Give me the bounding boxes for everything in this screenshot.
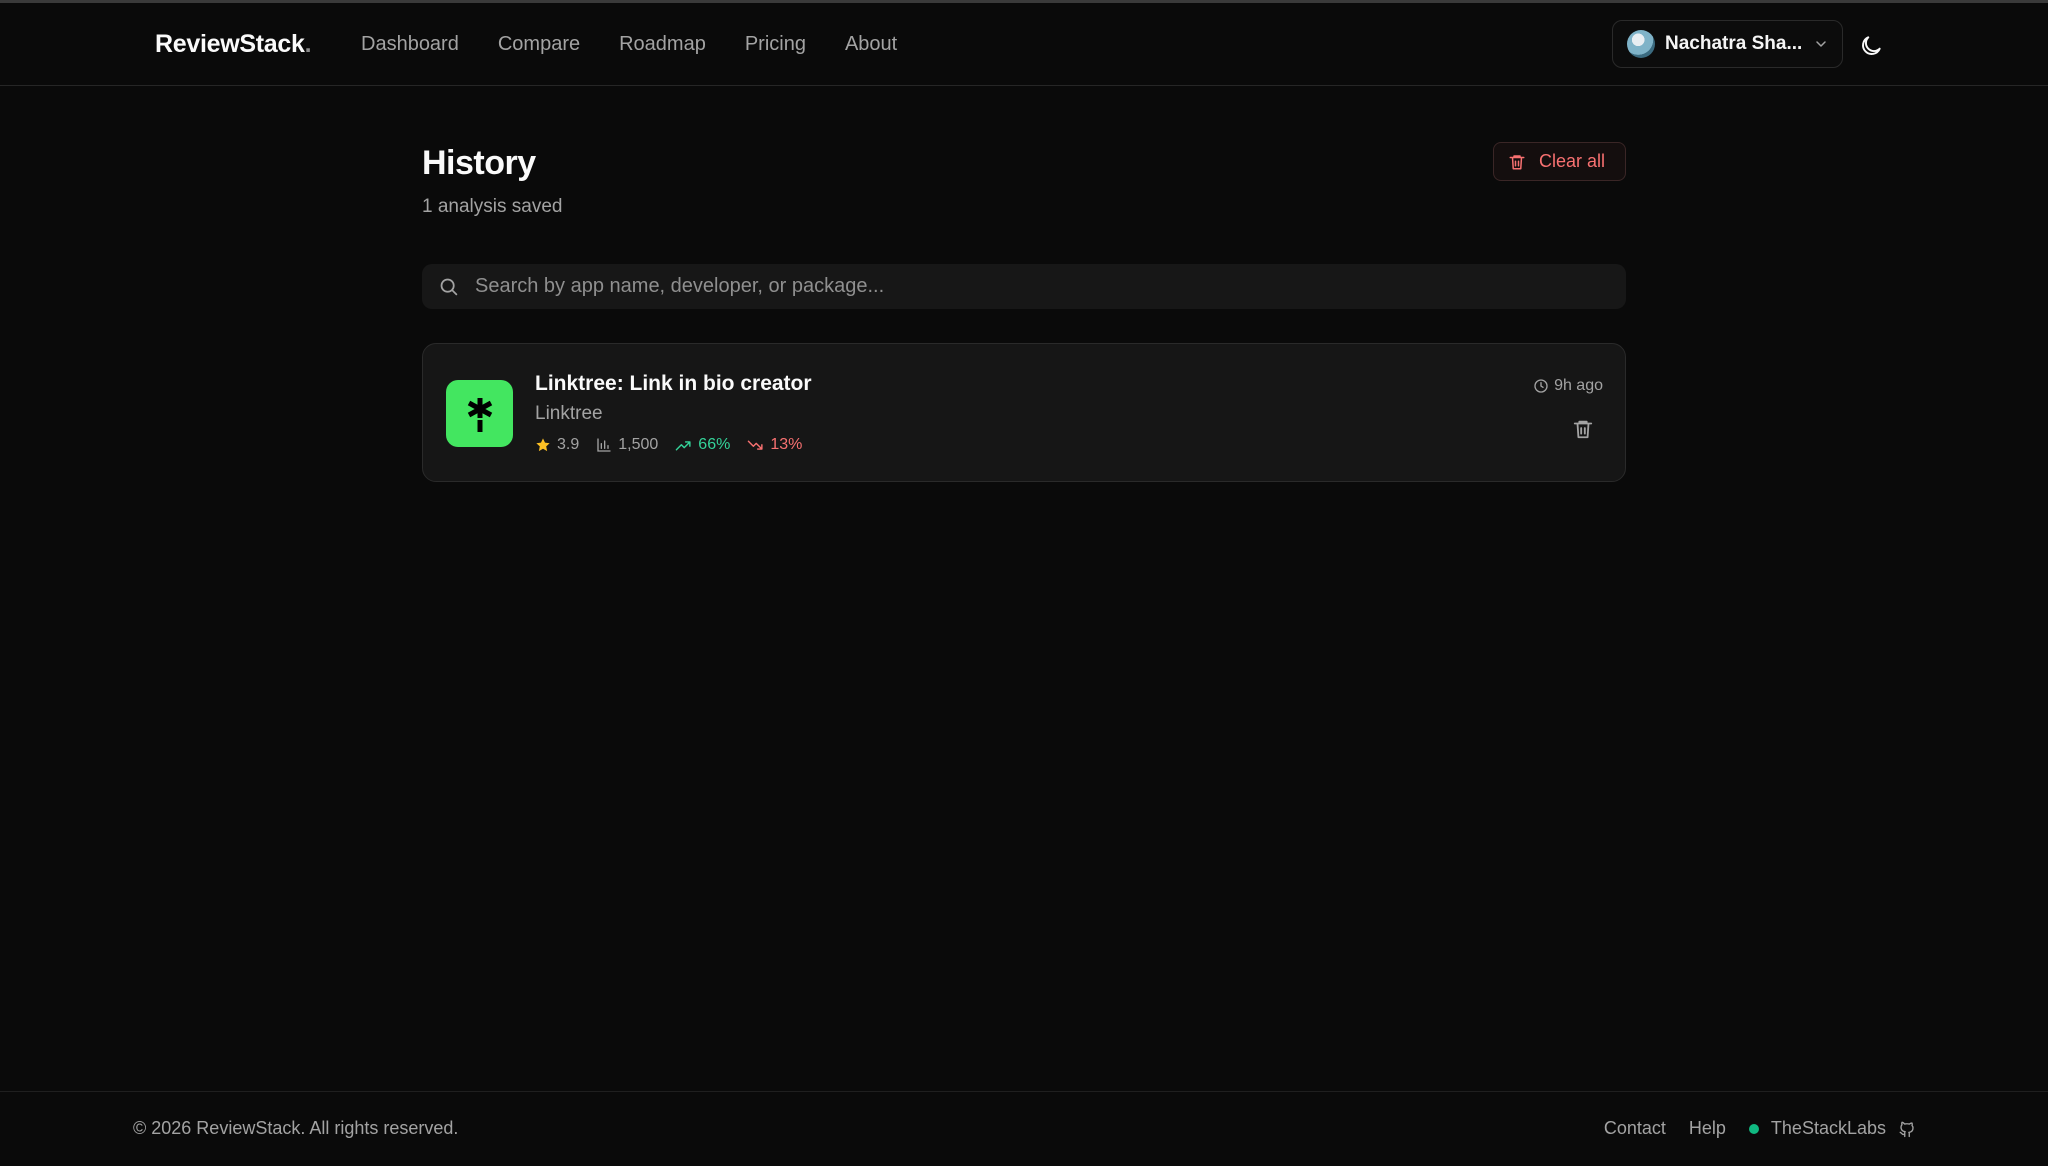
top-nav-bar: ReviewStack. Dashboard Compare Roadmap P… — [0, 3, 2048, 86]
footer-links: Contact Help TheStackLabs — [1604, 1118, 1916, 1139]
time-ago: 9h ago — [1533, 377, 1603, 395]
clear-all-button[interactable]: Clear all — [1493, 142, 1626, 181]
rating-metric: 3.9 — [535, 436, 579, 454]
star-icon — [536, 438, 550, 452]
app-metrics: 3.9 1,500 66% 13% — [535, 436, 819, 454]
positive-sentiment-metric: 66% — [675, 436, 730, 454]
review-count-metric: 1,500 — [596, 436, 658, 454]
footer-help-link[interactable]: Help — [1689, 1118, 1726, 1139]
app-developer: Linktree — [535, 403, 603, 424]
page-subtitle: 1 analysis saved — [422, 196, 563, 217]
time-ago-value: 9h ago — [1554, 377, 1603, 394]
status-dot — [1748, 1123, 1759, 1134]
negative-sentiment-metric: 13% — [747, 436, 802, 454]
user-menu-button[interactable]: Nachatra Sha... — [1612, 20, 1843, 68]
github-icon[interactable] — [1898, 1120, 1916, 1138]
trash-icon — [1509, 154, 1525, 169]
nav-roadmap[interactable]: Roadmap — [619, 33, 706, 56]
bar-chart-icon — [597, 438, 611, 452]
footer-contact-link[interactable]: Contact — [1604, 1118, 1666, 1139]
clear-all-label: Clear all — [1539, 151, 1606, 171]
app-title: Linktree: Link in bio creator — [535, 372, 812, 395]
user-name: Nachatra Sha... — [1665, 33, 1803, 54]
trending-down-icon — [748, 440, 763, 450]
search-input[interactable] — [475, 275, 1575, 298]
linktree-app-icon — [446, 380, 513, 447]
positive-value: 66% — [698, 436, 731, 453]
brand-name: ReviewStack — [155, 30, 305, 58]
main-nav: Dashboard Compare Roadmap Pricing About — [361, 33, 936, 56]
review-count-value: 1,500 — [618, 436, 659, 453]
nav-about[interactable]: About — [845, 33, 897, 56]
nav-pricing[interactable]: Pricing — [745, 33, 806, 56]
search-icon — [440, 278, 458, 296]
trending-up-icon — [676, 440, 691, 450]
avatar — [1627, 30, 1655, 58]
history-item-card[interactable]: Linktree: Link in bio creator Linktree 3… — [422, 343, 1626, 482]
chevron-down-icon — [1816, 41, 1827, 47]
moon-icon[interactable] — [1858, 33, 1884, 59]
search-bar — [422, 264, 1626, 309]
nav-dashboard[interactable]: Dashboard — [361, 33, 459, 56]
page-title: History — [422, 144, 536, 182]
rating-value: 3.9 — [557, 436, 580, 453]
stacklabs-link[interactable]: TheStackLabs — [1771, 1118, 1886, 1139]
negative-value: 13% — [770, 436, 803, 453]
brand-logo[interactable]: ReviewStack. — [155, 30, 312, 59]
page-footer: © 2026 ReviewStack. All rights reserved.… — [0, 1091, 2048, 1166]
delete-item-trash-icon[interactable] — [1572, 418, 1594, 440]
linktree-asterisk-icon — [467, 397, 492, 432]
copyright-text: © 2026 ReviewStack. All rights reserved. — [133, 1118, 459, 1138]
nav-compare[interactable]: Compare — [498, 33, 580, 56]
brand-dot: . — [304, 30, 312, 58]
clock-icon — [1534, 379, 1548, 393]
